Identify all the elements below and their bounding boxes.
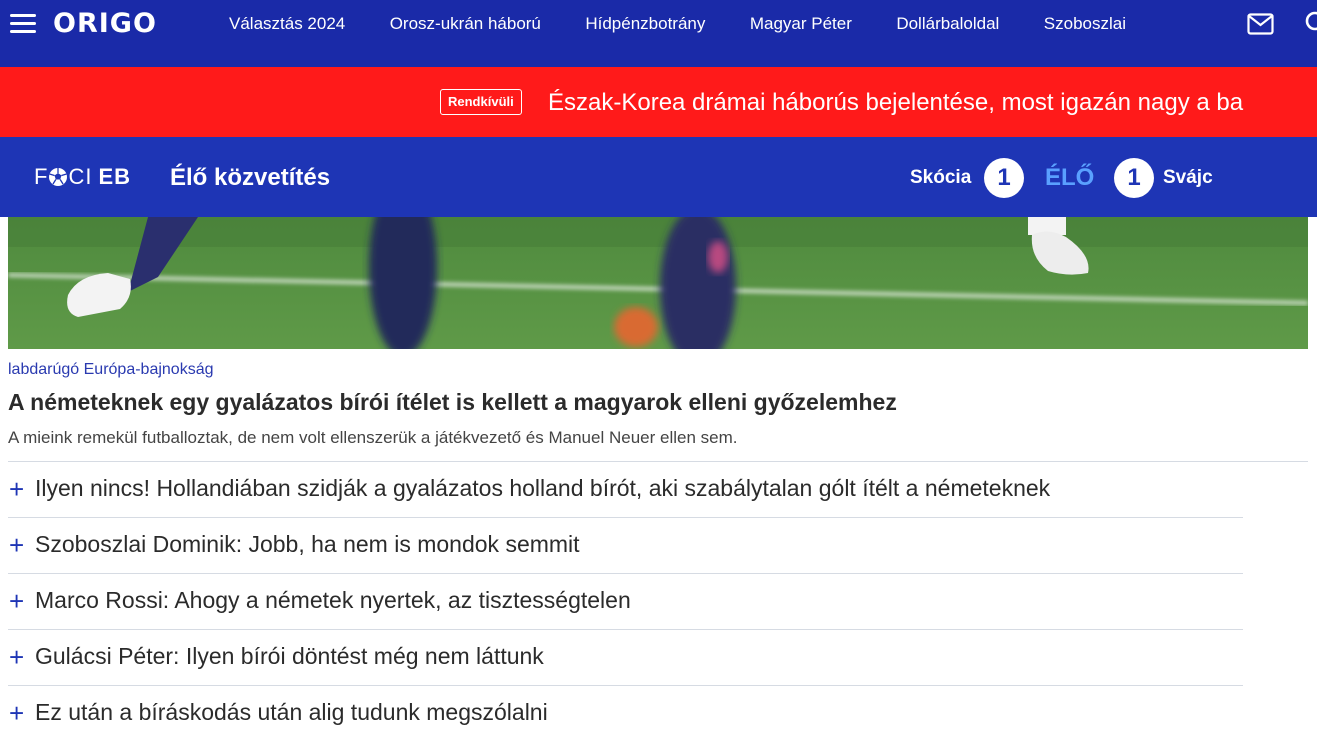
nav-link-szoboszlai[interactable]: Szoboszlai xyxy=(1044,14,1126,34)
live-match-bar: F CI EB Élő közvetítés Skócia 1 ÉLŐ 1 Svá… xyxy=(0,137,1317,217)
plus-icon: + xyxy=(9,586,25,616)
envelope-icon[interactable] xyxy=(1247,13,1274,35)
home-team: Skócia xyxy=(910,167,972,188)
site-logo[interactable]: ORIGO xyxy=(53,8,157,40)
breaking-headline[interactable]: Észak-Korea drámai háborús bejelentése, … xyxy=(548,88,1243,118)
plus-icon: + xyxy=(9,642,25,672)
related-article-title[interactable]: Gulácsi Péter: Ilyen bírói döntést még n… xyxy=(35,642,544,670)
hamburger-menu-icon[interactable] xyxy=(10,14,36,36)
plus-icon: + xyxy=(9,474,25,504)
article-hero-image[interactable] xyxy=(8,217,1308,349)
foci-logo-eb: EB xyxy=(98,164,132,189)
foci-logo-ci: CI xyxy=(68,164,93,189)
nav-links: Választás 2024 Orosz-ukrán háború Hídpén… xyxy=(229,14,1166,34)
football-icon xyxy=(49,168,68,186)
article-headline[interactable]: A németeknek egy gyalázatos bírói ítélet… xyxy=(8,387,897,417)
plus-icon: + xyxy=(9,530,25,560)
away-score: 1 xyxy=(1114,158,1154,198)
football-pitch-photo xyxy=(8,217,1308,349)
breaking-news-bar[interactable]: Rendkívüli Észak-Korea drámai háborús be… xyxy=(0,67,1317,137)
related-article-item[interactable]: + Gulácsi Péter: Ilyen bírói döntést még… xyxy=(8,630,1243,686)
related-article-title[interactable]: Ilyen nincs! Hollandiában szidják a gyal… xyxy=(35,474,1050,502)
away-team: Svájc xyxy=(1163,167,1213,188)
plus-icon: + xyxy=(9,698,25,728)
foci-logo-f: F xyxy=(34,164,49,189)
related-article-title[interactable]: Ez után a bíráskodás után alig tudunk me… xyxy=(35,698,548,726)
nav-link-magyar-peter[interactable]: Magyar Péter xyxy=(750,14,852,34)
article-category-link[interactable]: labdarúgó Európa-bajnokság xyxy=(8,360,213,380)
foci-eb-logo[interactable]: F CI EB xyxy=(34,164,131,190)
related-article-item[interactable]: + Marco Rossi: Ahogy a németek nyertek, … xyxy=(8,574,1243,630)
nav-link-valasztas[interactable]: Választás 2024 xyxy=(229,14,345,34)
nav-link-dollarbaloldal[interactable]: Dollárbaloldal xyxy=(896,14,999,34)
related-article-item[interactable]: + Szoboszlai Dominik: Jobb, ha nem is mo… xyxy=(8,518,1243,574)
top-navigation: ORIGO Választás 2024 Orosz-ukrán háború … xyxy=(0,0,1317,67)
article-lead: A mieink remekül futballoztak, de nem vo… xyxy=(8,428,738,447)
home-score: 1 xyxy=(984,158,1024,198)
breaking-badge: Rendkívüli xyxy=(440,89,522,115)
nav-link-hidpenz[interactable]: Hídpénzbotrány xyxy=(585,14,705,34)
nav-link-orosz-ukran[interactable]: Orosz-ukrán háború xyxy=(390,14,541,34)
live-status: ÉLŐ xyxy=(1045,164,1095,191)
related-article-item[interactable]: + Ez után a bíráskodás után alig tudunk … xyxy=(8,686,1243,741)
related-articles-list: + Ilyen nincs! Hollandiában szidják a gy… xyxy=(8,462,1243,741)
related-article-title[interactable]: Marco Rossi: Ahogy a németek nyertek, az… xyxy=(35,586,631,614)
related-article-item[interactable]: + Ilyen nincs! Hollandiában szidják a gy… xyxy=(8,462,1243,518)
live-title[interactable]: Élő közvetítés xyxy=(170,163,330,193)
search-icon[interactable] xyxy=(1304,10,1317,36)
related-article-title[interactable]: Szoboszlai Dominik: Jobb, ha nem is mond… xyxy=(35,530,580,558)
